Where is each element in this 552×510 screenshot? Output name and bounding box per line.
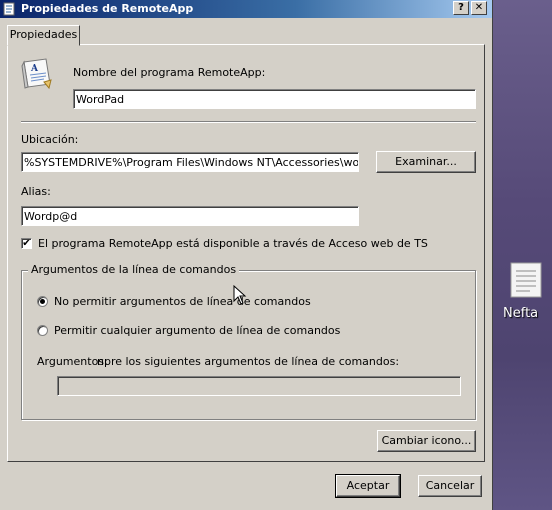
location-field[interactable]: %SYSTEMDRIVE%\Program Files\Windows NT\A… [21, 152, 359, 172]
browse-button[interactable]: Examinar... [376, 151, 476, 173]
document-icon[interactable] [508, 262, 544, 298]
no-arguments-radio[interactable] [37, 296, 48, 307]
help-button[interactable]: ? [453, 1, 469, 15]
location-label: Ubicación: [21, 133, 79, 146]
alias-label: Alias: [21, 185, 51, 198]
remoteapp-properties-dialog: Propiedades de RemoteApp ? ✕ Propiedades… [0, 0, 493, 510]
no-arguments-label[interactable]: No permitir argumentos de línea de coman… [54, 295, 311, 308]
change-icon-button[interactable]: Cambiar icono... [377, 430, 476, 452]
group-title: Argumentos de la línea de comandos [28, 263, 240, 276]
program-name-label: Nombre del programa RemoteApp: [73, 66, 266, 79]
web-access-label[interactable]: El programa RemoteApp está disponible a … [38, 237, 428, 250]
separator [21, 121, 476, 123]
command-line-arguments-group [21, 270, 476, 420]
window-title: Propiedades de RemoteApp [21, 2, 194, 15]
alias-field[interactable]: Wordp@d [21, 206, 359, 226]
svg-text:A: A [30, 64, 39, 74]
web-access-checkbox[interactable]: ✔ [21, 238, 32, 249]
mouse-cursor-icon [233, 284, 247, 305]
close-button[interactable]: ✕ [471, 1, 487, 15]
arguments-overflow-text: npre los siguientes argumentos de línea … [97, 355, 400, 368]
wordpad-app-icon: A [20, 56, 54, 90]
any-arguments-label[interactable]: Permitir cualquier argumento de línea de… [54, 324, 340, 337]
window-icon [3, 2, 17, 16]
any-arguments-radio[interactable] [37, 325, 48, 336]
cancel-button[interactable]: Cancelar [418, 475, 482, 497]
title-bar[interactable]: Propiedades de RemoteApp ? ✕ [0, 0, 492, 18]
arguments-field[interactable] [57, 376, 461, 396]
program-name-field[interactable]: WordPad [73, 89, 476, 109]
desktop-icon-label[interactable]: Nefta [503, 306, 538, 321]
tab-propiedades[interactable]: Propiedades [7, 25, 80, 46]
ok-button[interactable]: Aceptar [335, 474, 401, 498]
